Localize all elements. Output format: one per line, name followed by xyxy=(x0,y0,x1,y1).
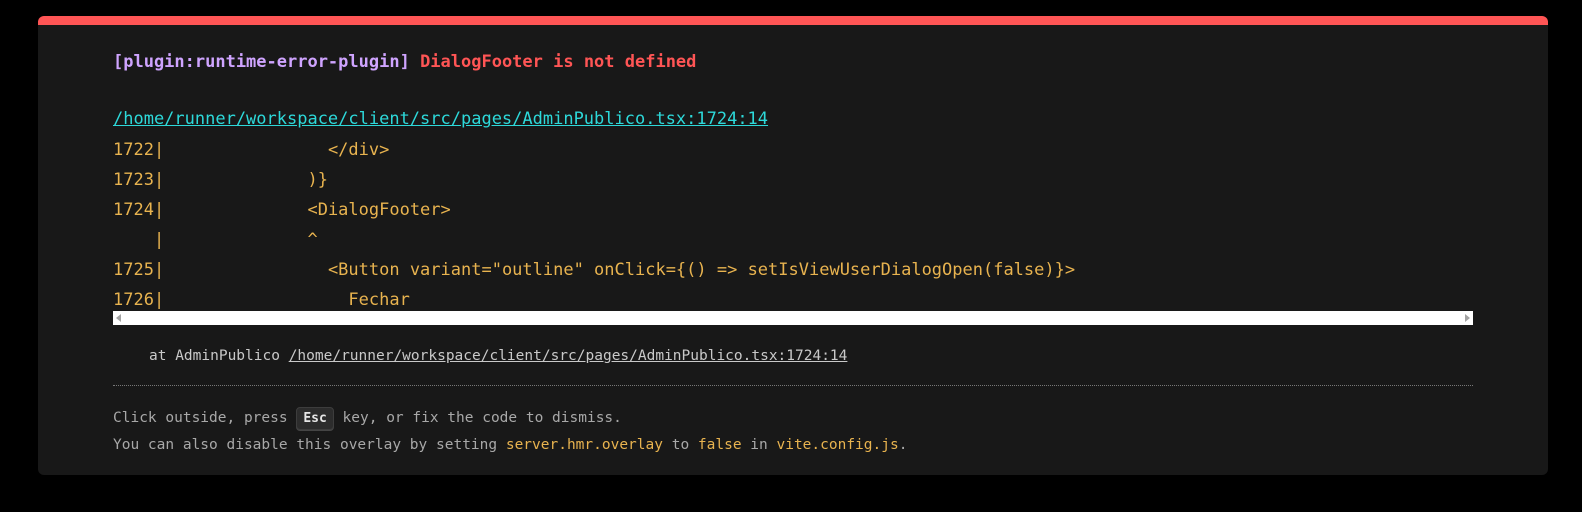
scroll-right-arrow-icon[interactable] xyxy=(1465,314,1470,322)
tip-text: You can also disable this overlay by set… xyxy=(113,437,506,453)
plugin-label: [plugin:runtime-error-plugin] xyxy=(113,52,410,72)
code-frame-line: 1724| <DialogFooter> xyxy=(113,199,451,221)
code-frame-line: 1723| )} xyxy=(113,169,328,191)
scroll-left-arrow-icon[interactable] xyxy=(116,314,121,322)
code-frame: 1722| </div> 1723| )} 1724| <DialogFoote… xyxy=(113,139,1473,311)
tip-text: to xyxy=(662,437,698,453)
esc-key: Esc xyxy=(296,407,334,430)
horizontal-scrollbar[interactable] xyxy=(113,311,1473,325)
line-code: <DialogFooter> xyxy=(164,200,451,220)
line-number: 1725| xyxy=(113,260,165,280)
line-number: | xyxy=(113,230,165,250)
error-overlay-window: [plugin:runtime-error-plugin] DialogFoot… xyxy=(38,16,1548,475)
line-number: 1724| xyxy=(113,200,165,220)
tip-text: Click outside, press xyxy=(113,410,297,426)
stack-trace: at AdminPublico /home/runner/workspace/c… xyxy=(149,347,847,365)
line-number: 1723| xyxy=(113,170,165,190)
config-value: false xyxy=(697,437,742,453)
line-code: <Button variant="outline" onClick={() =>… xyxy=(164,260,1076,280)
stack-prefix: at AdminPublico xyxy=(149,348,289,364)
line-number: 1726| xyxy=(113,290,165,310)
line-code: Fechar xyxy=(164,290,410,310)
disable-tip: You can also disable this overlay by set… xyxy=(113,436,907,454)
config-key: server.hmr.overlay xyxy=(505,437,663,453)
tip-text: in xyxy=(741,437,777,453)
error-text: DialogFooter is not defined xyxy=(420,52,697,72)
line-code: </div> xyxy=(164,140,390,160)
dismiss-tip: Click outside, press Esc key, or fix the… xyxy=(113,407,622,430)
code-frame-line: 1722| </div> xyxy=(113,139,389,161)
error-file-link[interactable]: /home/runner/workspace/client/src/pages/… xyxy=(113,108,768,130)
code-frame-line: 1725| <Button variant="outline" onClick=… xyxy=(113,259,1075,281)
stack-file-link[interactable]: /home/runner/workspace/client/src/pages/… xyxy=(289,348,848,364)
caret: ^ xyxy=(164,230,318,250)
error-message: [plugin:runtime-error-plugin] DialogFoot… xyxy=(113,51,696,73)
line-code: )} xyxy=(164,170,328,190)
tip-text: . xyxy=(898,437,908,453)
tip-text: key, or fix the code to dismiss. xyxy=(333,410,622,426)
divider xyxy=(113,385,1473,386)
line-number: 1722| xyxy=(113,140,165,160)
code-frame-line: 1726| Fechar xyxy=(113,289,410,311)
config-file: vite.config.js xyxy=(776,437,899,453)
code-frame-caret-line: | ^ xyxy=(113,229,318,251)
